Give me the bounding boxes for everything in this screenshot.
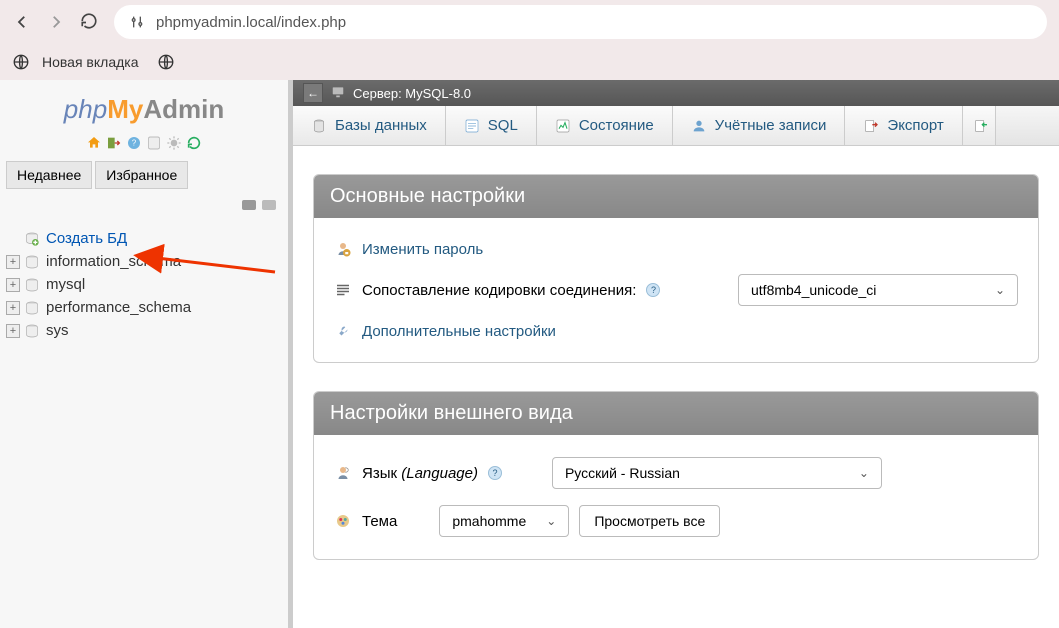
nav-back-button[interactable]: ← (303, 83, 323, 103)
language-icon (334, 464, 352, 482)
server-label[interactable]: Сервер: MySQL-8.0 (353, 86, 471, 101)
bookmark-bar: Новая вкладка (0, 44, 1059, 80)
chevron-down-icon: ⌄ (859, 466, 869, 480)
main-tabs: Базы данных SQL Состояние Учётные записи… (293, 106, 1059, 146)
globe-icon (12, 53, 30, 71)
collation-label: Сопоставление кодировки соединения: (362, 282, 636, 299)
sidebar: phpMyAdmin ? Недавнее Избранное Создать … (0, 80, 289, 628)
chevron-down-icon: ⌄ (995, 283, 1005, 297)
back-button[interactable] (12, 12, 32, 32)
theme-icon (334, 512, 352, 530)
more-settings-link[interactable]: Дополнительные настройки (362, 323, 556, 340)
accounts-icon (691, 118, 707, 134)
url-text: phpmyadmin.local/index.php (156, 14, 346, 31)
svg-text:?: ? (132, 139, 137, 148)
create-db-label: Создать БД (46, 230, 127, 247)
expand-icon[interactable]: + (6, 324, 20, 338)
db-label: performance_schema (46, 299, 191, 316)
url-bar[interactable]: phpmyadmin.local/index.php (114, 5, 1047, 39)
view-all-themes-button[interactable]: Просмотреть все (579, 505, 720, 537)
sidebar-collapse-tools (0, 189, 288, 223)
collation-icon (334, 281, 352, 299)
sql-icon (464, 118, 480, 134)
db-icon (24, 323, 40, 339)
tab-databases[interactable]: Базы данных (293, 106, 446, 145)
home-icon[interactable] (86, 135, 102, 151)
db-item[interactable]: + information_schema (6, 250, 282, 273)
database-icon (311, 118, 327, 134)
reload-icon[interactable] (186, 135, 202, 151)
import-icon (973, 118, 989, 134)
bookmark-new-tab[interactable]: Новая вкладка (42, 54, 139, 70)
gear-icon[interactable] (166, 135, 182, 151)
panel-appearance-settings: Настройки внешнего вида Язык (Language) … (313, 391, 1039, 560)
link-icon[interactable] (262, 200, 276, 210)
db-icon (24, 277, 40, 293)
phpmyadmin-logo: phpMyAdmin (0, 80, 288, 131)
sidebar-mini-toolbar: ? (0, 131, 288, 161)
db-label: mysql (46, 276, 85, 293)
create-database-link[interactable]: Создать БД (24, 227, 282, 250)
password-icon (334, 240, 352, 258)
sidebar-nav-tabs: Недавнее Избранное (0, 161, 288, 189)
db-item[interactable]: + sys (6, 319, 282, 342)
db-label: information_schema (46, 253, 181, 270)
collation-select[interactable]: utf8mb4_unicode_ci ⌄ (738, 274, 1018, 306)
export-icon (863, 118, 879, 134)
tab-sql[interactable]: SQL (446, 106, 537, 145)
expand-icon[interactable]: + (6, 278, 20, 292)
forward-button[interactable] (46, 12, 66, 32)
help-icon[interactable]: ? (126, 135, 142, 151)
chevron-down-icon: ⌄ (546, 514, 556, 528)
main-content: ← Сервер: MySQL-8.0 Базы данных SQL Сост… (289, 80, 1059, 628)
change-password-link[interactable]: Изменить пароль (362, 241, 483, 258)
panel-header: Основные настройки (314, 175, 1038, 218)
globe-icon (157, 53, 175, 71)
tab-export[interactable]: Экспорт (845, 106, 962, 145)
panel-general-settings: Основные настройки Изменить пароль Сопос… (313, 174, 1039, 363)
tab-import[interactable] (963, 106, 996, 145)
new-db-icon (24, 231, 40, 247)
server-icon (331, 85, 345, 102)
database-tree: Создать БД + information_schema + mysql … (0, 223, 288, 346)
server-breadcrumb: ← Сервер: MySQL-8.0 (293, 80, 1059, 106)
db-item[interactable]: + mysql (6, 273, 282, 296)
help-icon[interactable]: ? (646, 283, 660, 297)
expand-icon[interactable]: + (6, 301, 20, 315)
sql-icon[interactable] (146, 135, 162, 151)
language-select[interactable]: Русский - Russian ⌄ (552, 457, 882, 489)
db-item[interactable]: + performance_schema (6, 296, 282, 319)
site-settings-icon[interactable] (128, 13, 146, 31)
tab-favorite[interactable]: Избранное (95, 161, 188, 189)
panel-header: Настройки внешнего вида (314, 392, 1038, 435)
collapse-icon[interactable] (242, 200, 256, 210)
help-icon[interactable]: ? (488, 466, 502, 480)
db-icon (24, 254, 40, 270)
tab-recent[interactable]: Недавнее (6, 161, 92, 189)
tab-accounts[interactable]: Учётные записи (673, 106, 846, 145)
wrench-icon (334, 322, 352, 340)
db-icon (24, 300, 40, 316)
expand-icon[interactable]: + (6, 255, 20, 269)
status-icon (555, 118, 571, 134)
language-label: Язык (Language) (362, 465, 478, 482)
browser-toolbar: phpmyadmin.local/index.php (0, 0, 1059, 44)
db-label: sys (46, 322, 69, 339)
tab-status[interactable]: Состояние (537, 106, 673, 145)
reload-button[interactable] (80, 12, 100, 32)
exit-icon[interactable] (106, 135, 122, 151)
theme-select[interactable]: pmahomme ⌄ (439, 505, 569, 537)
theme-label: Тема (362, 513, 397, 530)
